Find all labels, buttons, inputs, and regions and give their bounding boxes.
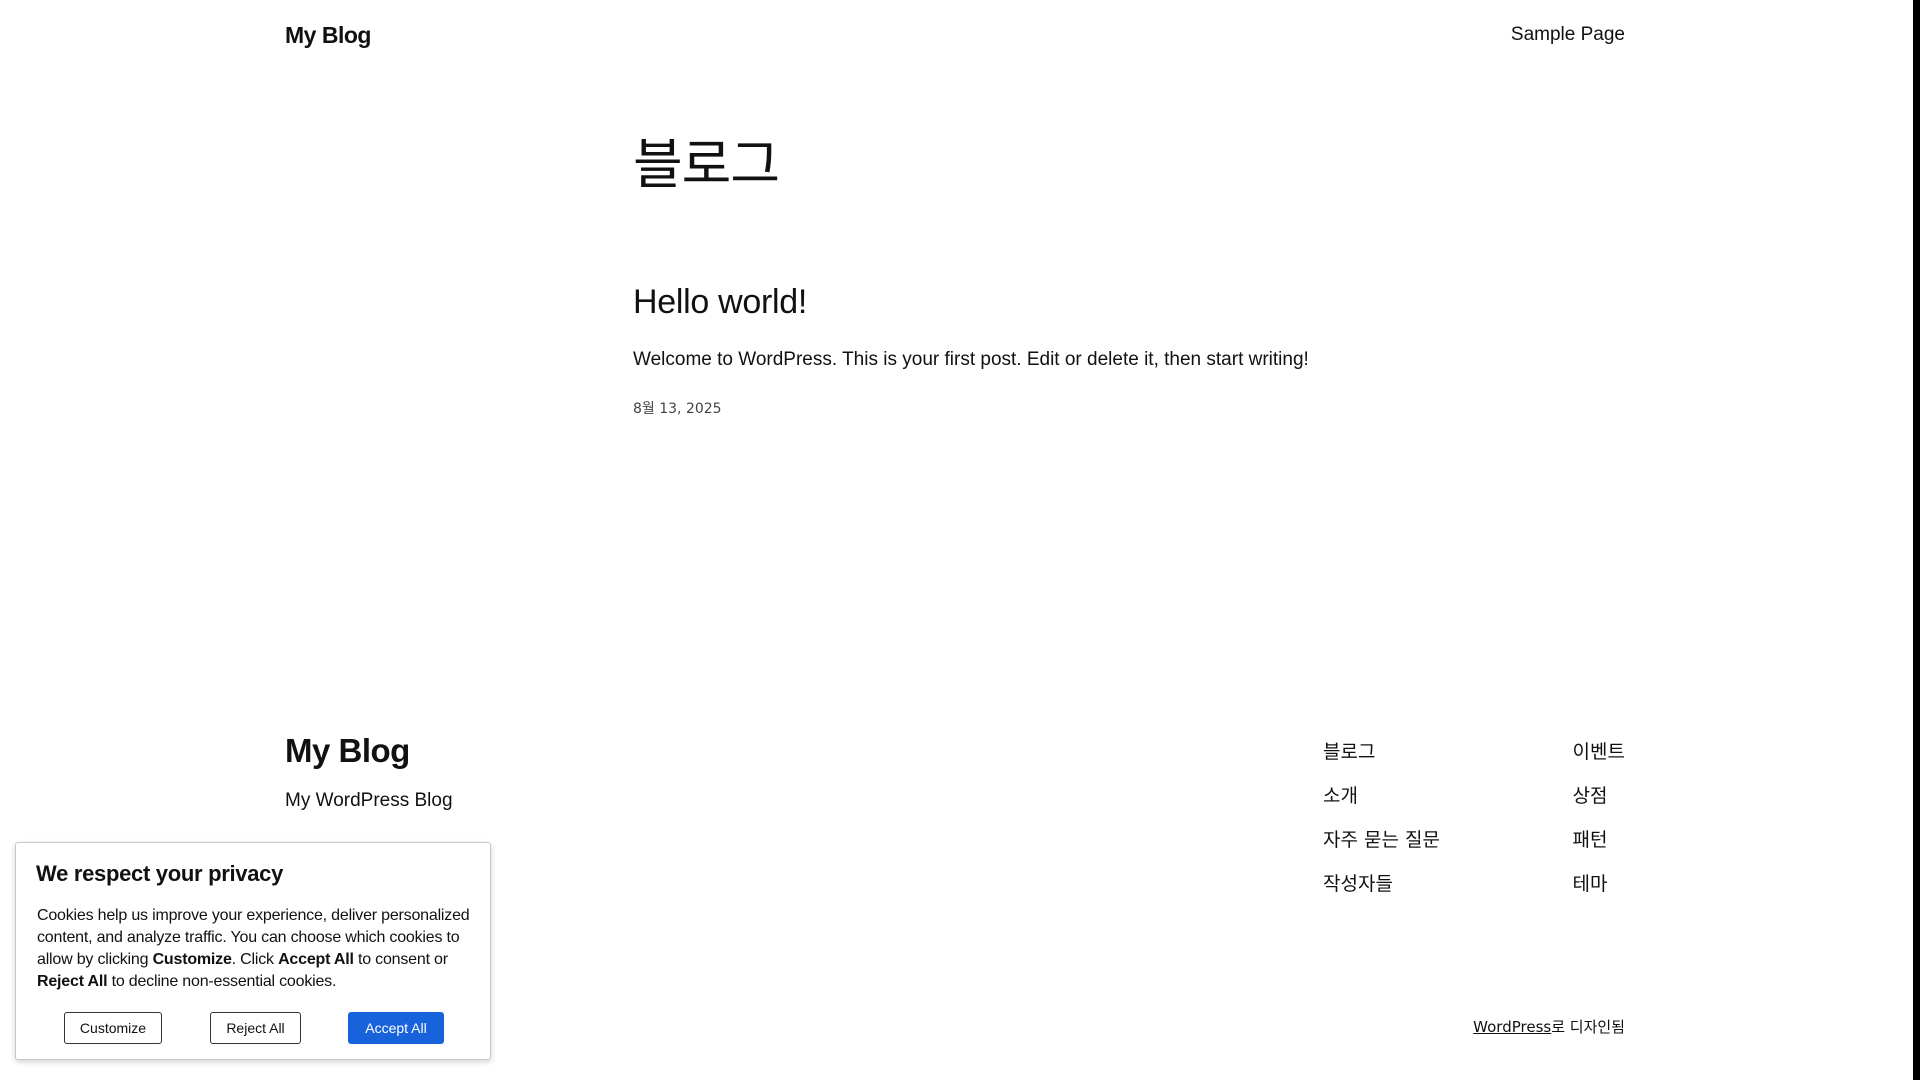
accept-all-button[interactable]: Accept All — [348, 1012, 444, 1044]
footer-nav-column-1: 블로그 소개 자주 묻는 질문 작성자들 — [1323, 730, 1440, 906]
cookie-text-3: to consent or — [353, 951, 448, 968]
footer-link-about[interactable]: 소개 — [1323, 774, 1440, 818]
wordpress-credit-link[interactable]: WordPress — [1473, 1018, 1551, 1036]
cookie-text-reject: Reject All — [37, 973, 108, 990]
post-date: 8월 13, 2025 — [633, 401, 722, 417]
customize-button[interactable]: Customize — [64, 1012, 162, 1044]
footer-link-shop[interactable]: 상점 — [1573, 774, 1625, 818]
cookie-text-customize: Customize — [152, 951, 232, 968]
post-title: Hello world! — [633, 282, 1393, 322]
reject-all-button[interactable]: Reject All — [210, 1012, 301, 1044]
post-item: Hello world! Welcome to WordPress. This … — [633, 282, 1393, 418]
cookie-banner-description: Cookies help us improve your experience,… — [37, 905, 477, 993]
nav-item-sample-page[interactable]: Sample Page — [1511, 24, 1625, 45]
main-content: 블로그 Hello world! Welcome to WordPress. T… — [633, 120, 1393, 418]
footer-nav-column-2: 이벤트 상점 패턴 테마 — [1573, 730, 1625, 906]
header-nav: Sample Page — [1511, 24, 1625, 46]
cookie-banner-title: We respect your privacy — [36, 861, 284, 886]
cookie-text-2: . Click — [231, 951, 279, 968]
cookie-text-accept: Accept All — [278, 951, 354, 968]
cookie-text-4: to decline non-essential cookies. — [107, 973, 337, 990]
page-title: 블로그 — [633, 133, 780, 196]
footer-link-patterns[interactable]: 패턴 — [1573, 818, 1625, 862]
footer-site-title[interactable]: My Blog — [285, 732, 410, 770]
footer-link-events[interactable]: 이벤트 — [1573, 730, 1625, 774]
footer-link-blog[interactable]: 블로그 — [1323, 730, 1440, 774]
site-title-link[interactable]: My Blog — [285, 22, 371, 49]
footer-link-themes[interactable]: 테마 — [1573, 862, 1625, 906]
post-title-link[interactable]: Hello world! — [633, 283, 807, 321]
footer-link-faq[interactable]: 자주 묻는 질문 — [1323, 818, 1440, 862]
footer-credit: WordPress로 디자인됨 — [1473, 1016, 1625, 1037]
cookie-consent-banner: We respect your privacy Cookies help us … — [15, 842, 491, 1060]
footer-tagline: My WordPress Blog — [285, 790, 453, 811]
scrollbar[interactable] — [1913, 0, 1920, 1080]
credit-suffix: 로 디자인됨 — [1551, 1018, 1625, 1036]
site-header: My Blog Sample Page — [285, 0, 1625, 70]
post-excerpt: Welcome to WordPress. This is your first… — [633, 349, 1309, 370]
footer-link-authors[interactable]: 작성자들 — [1323, 862, 1440, 906]
